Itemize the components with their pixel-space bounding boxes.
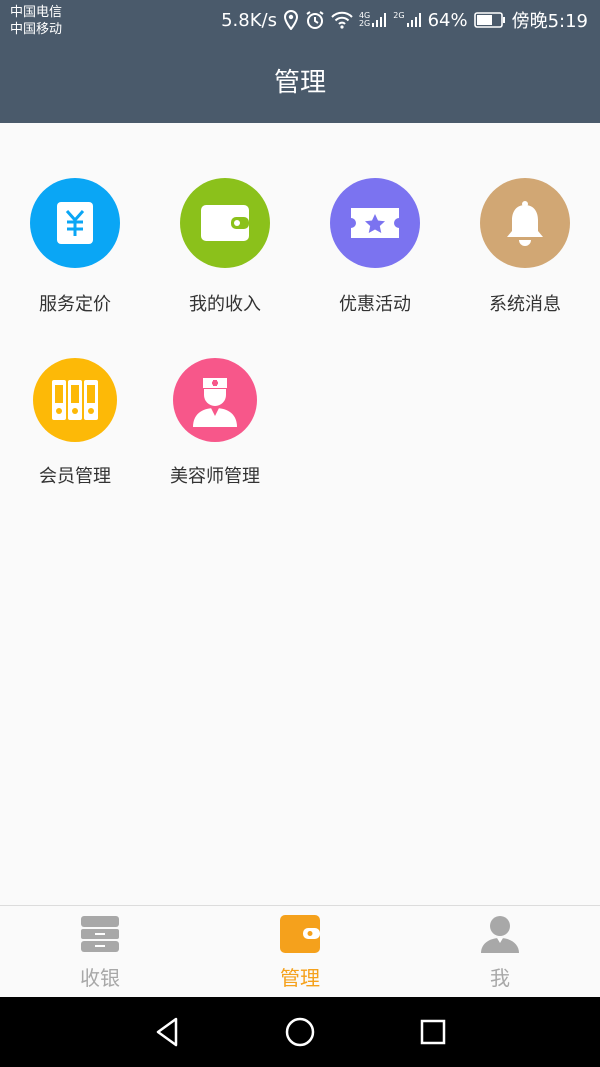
menu-item-promotions[interactable]: 优惠活动 (300, 178, 450, 316)
bell-icon (480, 178, 570, 268)
carrier-2: 中国移动 (10, 22, 63, 37)
wallet-icon (180, 178, 270, 268)
menu-item-label: 美容师管理 (170, 466, 260, 487)
wallet-icon (280, 915, 320, 953)
menu-item-label: 系统消息 (489, 294, 561, 315)
location-icon (283, 10, 299, 30)
menu-item-label: 会员管理 (39, 466, 111, 487)
network-speed: 5.8K/s (221, 9, 277, 31)
signal-2-icon: 2G (393, 12, 421, 28)
signal-1-icon: 4G 2G (359, 12, 387, 28)
alarm-icon (305, 10, 325, 30)
carrier-info: 中国电信 中国移动 (10, 4, 62, 38)
menu-item-label: 我的收入 (189, 294, 261, 315)
tab-cashier[interactable]: 收银 (0, 914, 200, 991)
clock: 傍晚5:19 (511, 11, 588, 32)
carrier-1: 中国电信 (10, 5, 63, 20)
tab-label: 收银 (80, 966, 120, 990)
tab-label: 管理 (280, 966, 320, 990)
app-header: 中国电信 中国移动 5.8K/s 4G 2G 2G 64% 傍晚5:19 管理 (0, 0, 600, 123)
menu-item-service-pricing[interactable]: 服务定价 (0, 178, 150, 316)
menu-item-label: 优惠活动 (339, 294, 411, 315)
wifi-icon (331, 11, 353, 29)
back-icon[interactable] (150, 1014, 186, 1050)
page-title: 管理 (273, 68, 326, 98)
battery-icon (473, 12, 506, 28)
net-tag-bottom: 2G (358, 19, 371, 28)
menu-item-label: 服务定价 (39, 294, 111, 315)
cash-register-icon (81, 916, 119, 952)
net-tag-2: 2G (393, 11, 405, 20)
home-icon[interactable] (282, 1014, 318, 1050)
management-grid: 服务定价 我的收入 优惠活动 系统消息 会员管理 美容师管理 (0, 123, 600, 905)
nurse-icon (173, 358, 257, 442)
battery-percent: 64% (427, 9, 468, 31)
recent-apps-icon[interactable] (415, 1014, 451, 1050)
tab-label: 我 (490, 966, 510, 990)
binders-icon (33, 358, 117, 442)
menu-item-beautician-management[interactable]: 美容师管理 (140, 358, 290, 488)
menu-item-my-income[interactable]: 我的收入 (150, 178, 300, 316)
bottom-tab-bar: 收银 管理 我 (0, 905, 600, 997)
tab-management[interactable]: 管理 (200, 914, 400, 991)
price-tag-icon (30, 178, 120, 268)
system-navigation-bar (0, 997, 600, 1067)
ticket-icon (330, 178, 420, 268)
user-icon (481, 916, 519, 953)
status-icons: 5.8K/s 4G 2G 2G 64% 傍晚5:19 (221, 8, 588, 33)
menu-item-member-management[interactable]: 会员管理 (0, 358, 150, 488)
tab-me[interactable]: 我 (400, 914, 600, 991)
menu-item-system-messages[interactable]: 系统消息 (450, 178, 600, 316)
status-bar: 中国电信 中国移动 5.8K/s 4G 2G 2G 64% 傍晚5:19 (0, 0, 600, 40)
